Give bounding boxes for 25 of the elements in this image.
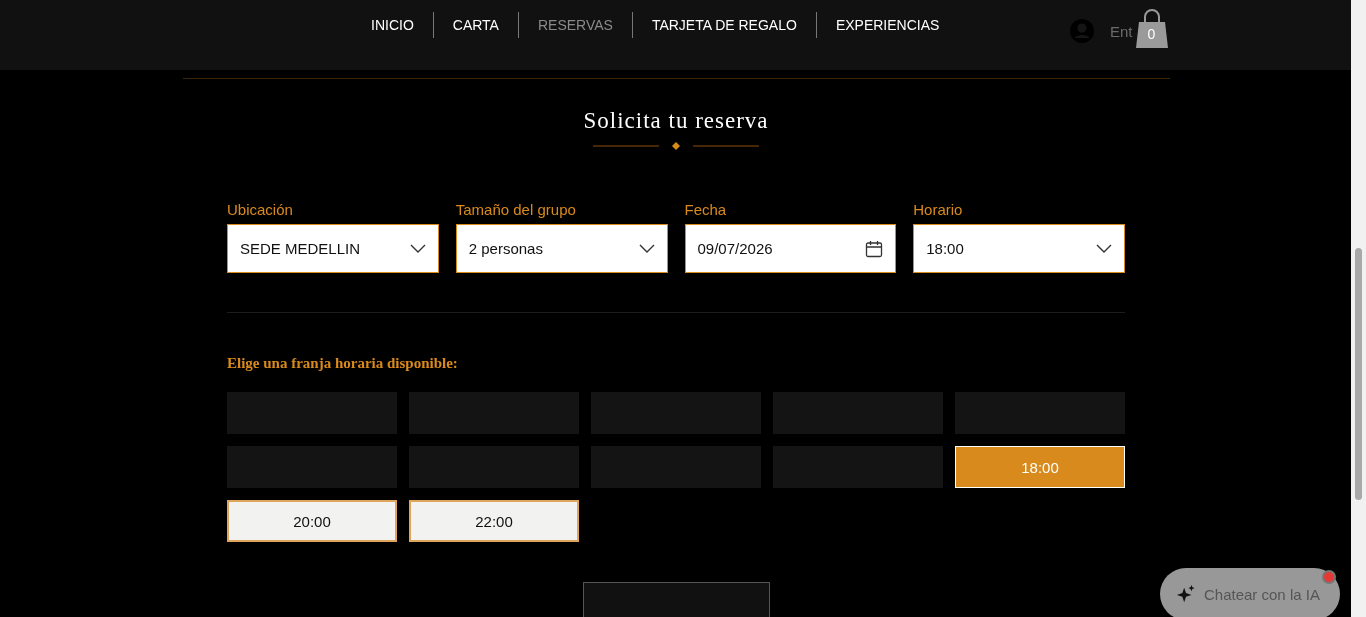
page-title: Solicita tu reserva [583,108,769,134]
field-label: Tamaño del grupo [455,201,577,218]
field-label: Ubicación [227,201,294,218]
nav-link[interactable]: EXPERIENCIAS [816,17,959,33]
chevron-down-icon [638,244,655,253]
sparkle-icon [1176,584,1196,604]
select-field[interactable]: 18:00 [913,224,1125,273]
field-label: Horario [913,201,964,218]
select-field[interactable]: 2 personas [455,224,668,273]
divider-ornament-icon [593,142,759,150]
scrollbar[interactable] [1351,0,1366,617]
nav-link[interactable]: CARTA [433,17,518,33]
time-slot-button[interactable]: 20:00 [227,500,397,542]
date-field[interactable]: 09/07/2026 [684,224,897,273]
field-label: Fecha [684,201,728,218]
time-slot-button[interactable]: 22:00 [409,500,579,542]
submit-button[interactable] [582,582,770,617]
chevron-down-icon [1096,244,1112,253]
nav-link[interactable]: INICIO [352,17,433,33]
select-field[interactable]: SEDE MEDELLIN [227,224,439,273]
section-heading: Elige una franja horaria disponible: [227,355,458,372]
chevron-down-icon [409,244,426,253]
nav-link[interactable]: RESERVAS [518,17,632,33]
nav-link[interactable]: TARJETA DE REGALO [632,17,816,33]
calendar-icon [865,239,884,258]
